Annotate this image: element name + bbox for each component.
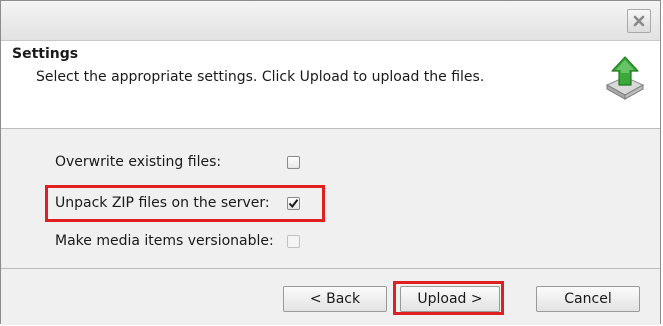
upload-settings-dialog: Settings Select the appropriate settings…: [0, 0, 661, 325]
option-overwrite-existing: Overwrite existing files:: [55, 150, 300, 174]
page-description: Select the appropriate settings. Click U…: [36, 69, 485, 85]
settings-panel: Overwrite existing files: Unpack ZIP fil…: [1, 129, 660, 269]
cancel-button[interactable]: Cancel: [536, 286, 640, 312]
option-media-versionable: Make media items versionable:: [55, 229, 300, 253]
title-bar: [1, 1, 660, 41]
option-label: Overwrite existing files:: [55, 154, 222, 170]
upload-arrow-icon: [605, 56, 645, 100]
close-icon: [633, 15, 645, 27]
option-label: Make media items versionable:: [55, 233, 274, 249]
versionable-checkbox: [287, 234, 300, 248]
wizard-footer: < Back Upload > Cancel: [1, 269, 660, 325]
wizard-header: Settings Select the appropriate settings…: [1, 41, 660, 129]
highlight-box: [393, 281, 504, 315]
overwrite-checkbox[interactable]: [287, 155, 300, 169]
page-title: Settings: [12, 46, 79, 62]
back-button[interactable]: < Back: [283, 286, 387, 312]
close-button[interactable]: [627, 9, 651, 33]
highlight-box: [45, 185, 325, 222]
